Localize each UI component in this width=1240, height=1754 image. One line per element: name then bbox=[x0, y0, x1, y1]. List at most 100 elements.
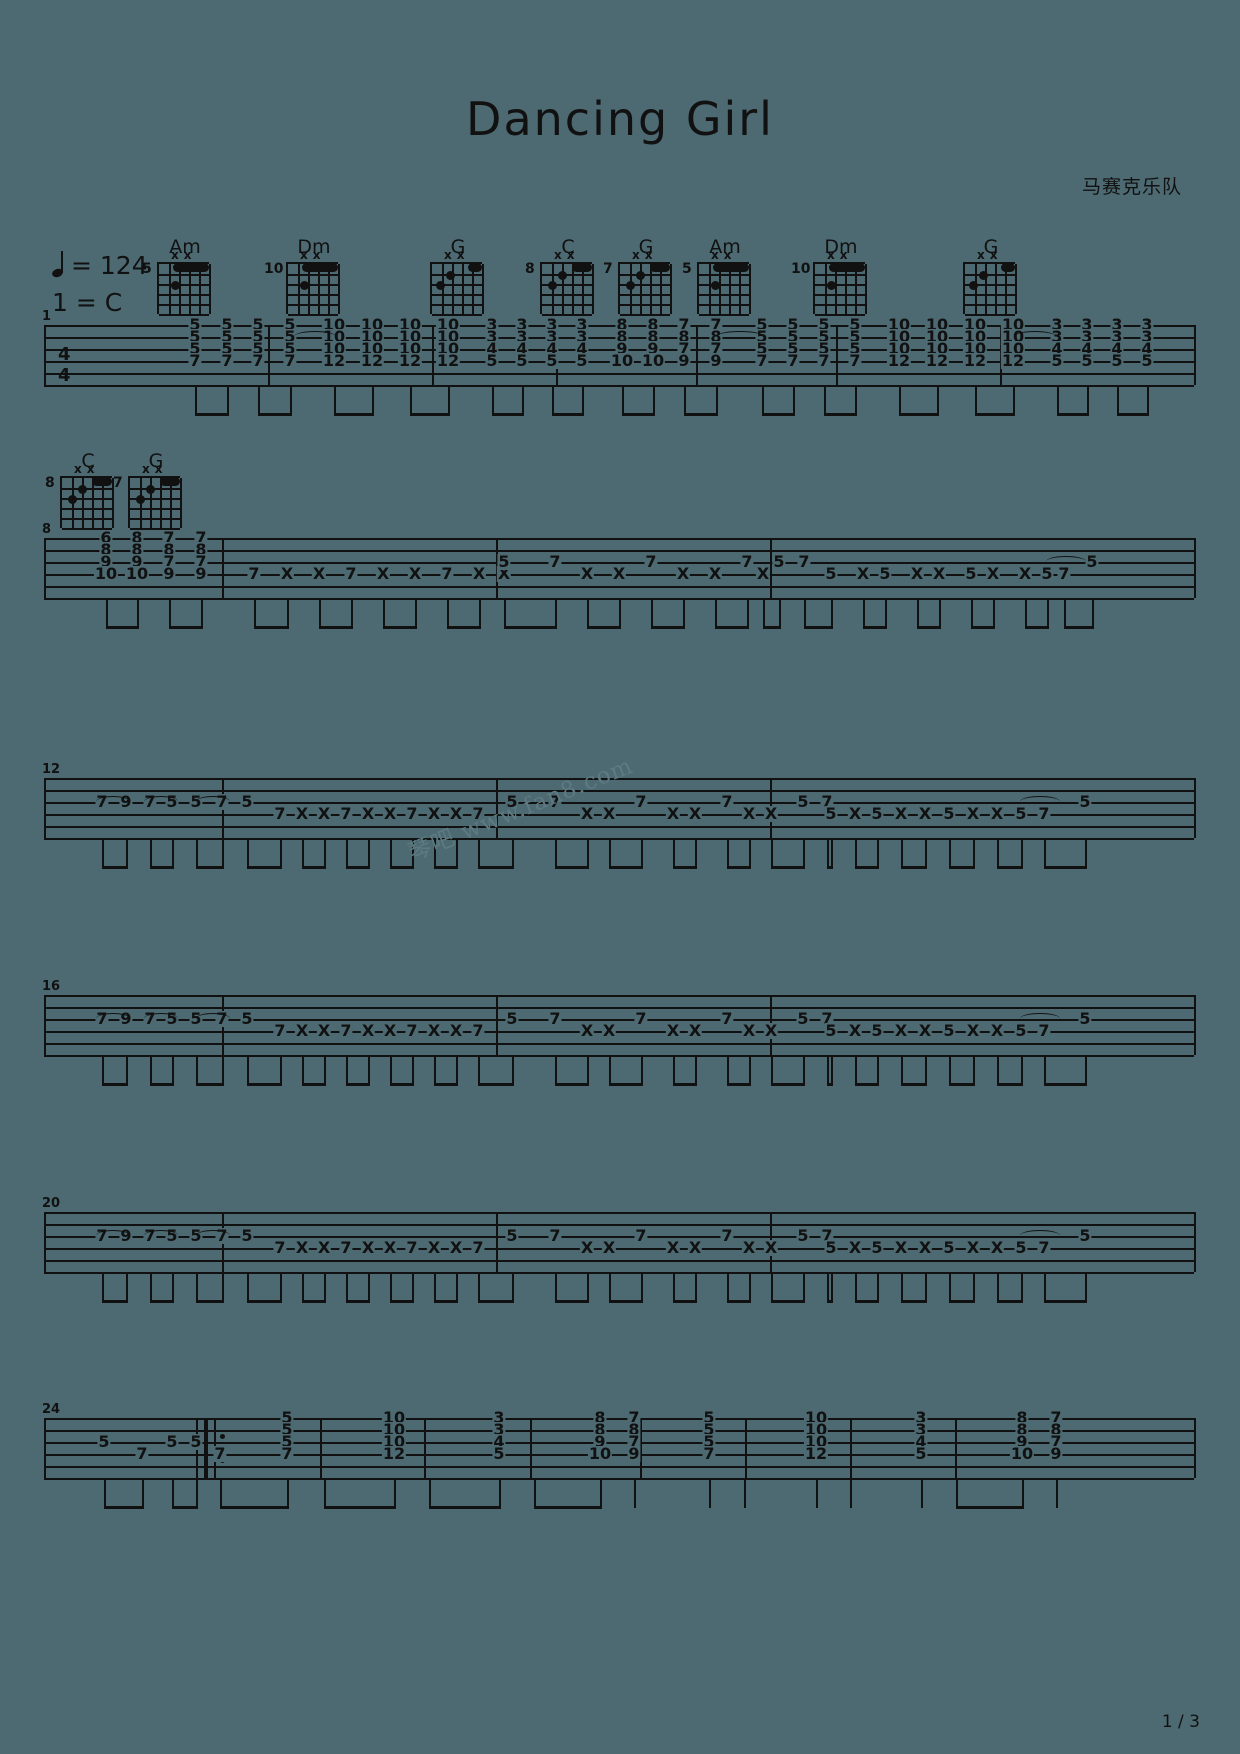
tab-note: 5 bbox=[240, 792, 254, 811]
chord-diagram-dm[interactable]: Dm xx 10 bbox=[791, 236, 867, 316]
barline bbox=[44, 778, 46, 838]
note-stem bbox=[622, 385, 624, 415]
note-beam bbox=[727, 1300, 751, 1303]
note-beam bbox=[771, 1300, 805, 1303]
tab-note: 5 bbox=[515, 351, 529, 370]
chord-diagram-c[interactable]: Cxx 8 bbox=[525, 236, 594, 316]
tab-note: X bbox=[448, 1021, 464, 1040]
note-stem bbox=[456, 1272, 458, 1302]
tab-note: 7 bbox=[339, 1238, 353, 1257]
note-beam bbox=[169, 626, 203, 629]
note-stem bbox=[222, 1055, 224, 1085]
tab-note: 5 bbox=[942, 804, 956, 823]
note-beam bbox=[804, 626, 833, 629]
note-beam bbox=[855, 1083, 879, 1086]
note-beam bbox=[410, 413, 450, 416]
chord-diagram-dm[interactable]: Dm xx 10 bbox=[264, 236, 340, 316]
note-stem bbox=[534, 1478, 536, 1508]
chord-diagram-am[interactable]: Am xx 5 bbox=[682, 236, 751, 316]
note-beam bbox=[555, 866, 589, 869]
tab-note: 7 bbox=[848, 351, 862, 370]
note-beam bbox=[827, 1083, 833, 1086]
note-stem bbox=[1085, 838, 1087, 868]
chord-finger-dot bbox=[78, 485, 87, 494]
note-beam bbox=[727, 1083, 751, 1086]
chord-diagram-g[interactable]: Gxx 7 bbox=[603, 236, 672, 316]
staff-line bbox=[44, 538, 1194, 540]
note-stem bbox=[855, 1272, 857, 1302]
chord-barre bbox=[302, 263, 338, 272]
chord-finger-dot bbox=[979, 271, 988, 280]
note-stem bbox=[763, 598, 765, 628]
note-stem bbox=[247, 1055, 249, 1085]
note-stem bbox=[287, 598, 289, 628]
note-beam bbox=[346, 1083, 370, 1086]
note-stem bbox=[227, 385, 229, 415]
note-stem bbox=[512, 838, 514, 868]
chord-fretboard-grid bbox=[157, 262, 211, 316]
note-stem bbox=[634, 1478, 636, 1508]
note-beam bbox=[196, 1300, 224, 1303]
tab-note: 7 bbox=[339, 1021, 353, 1040]
chord-fret-number: 10 bbox=[791, 261, 811, 277]
note-stem bbox=[302, 1055, 304, 1085]
tab-note: 12 bbox=[803, 1444, 829, 1463]
note-stem bbox=[368, 838, 370, 868]
note-beam bbox=[997, 1083, 1023, 1086]
note-beam bbox=[346, 866, 370, 869]
note-stem bbox=[447, 598, 449, 628]
note-stem bbox=[901, 838, 903, 868]
chord-diagram-am[interactable]: Am xx 5 bbox=[142, 236, 211, 316]
tab-note: 7 bbox=[188, 351, 202, 370]
tab-note: X bbox=[847, 1238, 863, 1257]
note-stem bbox=[324, 838, 326, 868]
tab-note: X bbox=[665, 804, 681, 823]
tab-note: 5 bbox=[1050, 351, 1064, 370]
barline bbox=[770, 538, 772, 598]
tab-note: X bbox=[382, 1238, 398, 1257]
note-stem bbox=[247, 838, 249, 868]
note-stem bbox=[1021, 1272, 1023, 1302]
tab-note: X bbox=[579, 564, 595, 583]
tab-staff: 12 7 9 7 5 5 7 5 7 X X 7 X X 7 X X 7 5 7 X X 7 X X 7 X X 5 7 5 X 5 X X 5 X X 5… bbox=[0, 762, 1240, 840]
note-stem bbox=[1022, 1478, 1024, 1508]
tab-note: 7 bbox=[797, 552, 811, 571]
note-stem bbox=[997, 838, 999, 868]
note-beam bbox=[622, 413, 655, 416]
tab-note: X bbox=[917, 1021, 933, 1040]
note-beam bbox=[1057, 413, 1089, 416]
tab-note: 7 bbox=[213, 1444, 227, 1463]
tab-note: X bbox=[985, 564, 1001, 583]
tab-note: X bbox=[601, 804, 617, 823]
note-stem bbox=[555, 838, 557, 868]
note-stem bbox=[975, 385, 977, 415]
note-beam bbox=[901, 866, 927, 869]
note-stem bbox=[394, 1478, 396, 1508]
note-stem bbox=[102, 838, 104, 868]
note-stem bbox=[1044, 1055, 1046, 1085]
note-stem bbox=[415, 598, 417, 628]
note-stem bbox=[351, 598, 353, 628]
chord-fret-number: 5 bbox=[682, 261, 692, 277]
note-stem bbox=[102, 1272, 104, 1302]
note-beam bbox=[504, 626, 557, 629]
note-stem bbox=[695, 838, 697, 868]
tab-note: 12 bbox=[435, 351, 461, 370]
tab-system: 24 5 7 5 5 7 5 5 5 7 10 10 10 12 3 3 4 5 8 8 9 10 7 8 7 9 5 5 5 7 10 10… bbox=[0, 1402, 1240, 1578]
note-stem bbox=[555, 598, 557, 628]
tab-note: 12 bbox=[962, 351, 988, 370]
note-stem bbox=[346, 1272, 348, 1302]
tab-note: 7 bbox=[548, 1009, 562, 1028]
barline bbox=[44, 1418, 46, 1478]
note-stem bbox=[172, 1478, 174, 1508]
measure-number: 12 bbox=[42, 762, 61, 777]
tab-note: 7 bbox=[339, 804, 353, 823]
note-stem bbox=[169, 598, 171, 628]
note-stem bbox=[302, 838, 304, 868]
tab-note: 5 bbox=[492, 1444, 506, 1463]
barline bbox=[44, 995, 46, 1055]
chord-diagram-g[interactable]: Gxx bbox=[963, 236, 1017, 316]
chord-diagram-g[interactable]: Gxx bbox=[430, 236, 484, 316]
muted-strings-marker: xx bbox=[171, 248, 197, 262]
barline bbox=[1194, 778, 1196, 838]
